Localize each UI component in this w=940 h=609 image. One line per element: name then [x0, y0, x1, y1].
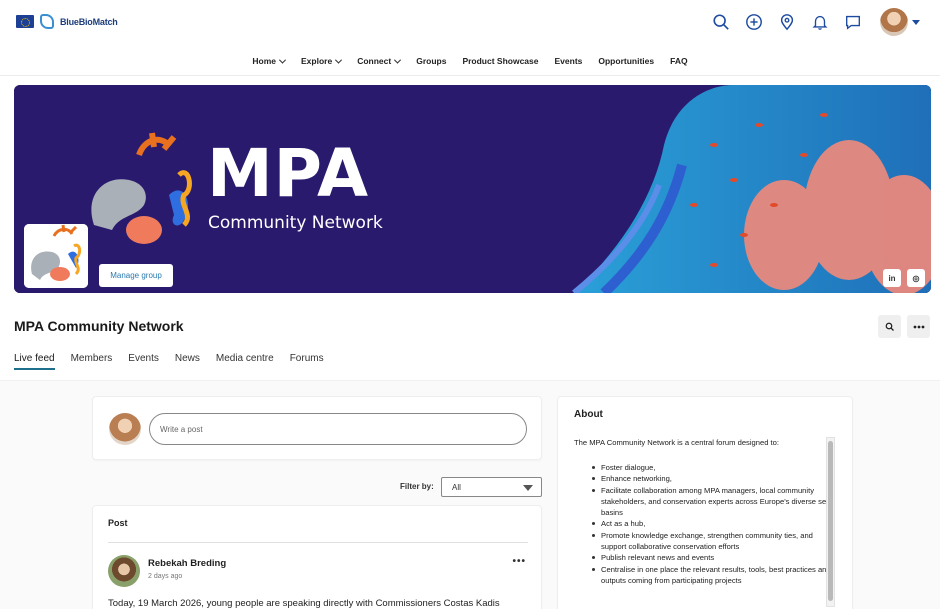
- about-list-item: Promote knowledge exchange, strengthen c…: [591, 530, 831, 553]
- group-tabs: Live feed Members Events News Media centre Fo…: [14, 353, 324, 370]
- search-icon: [885, 322, 894, 331]
- banner-subtitle: Community Network: [208, 213, 383, 233]
- nav-item-faq[interactable]: FAQ: [662, 52, 695, 70]
- manage-group-button[interactable]: Manage group: [99, 264, 173, 287]
- chevron-down-icon[interactable]: [912, 19, 920, 25]
- instagram-icon[interactable]: ◎: [907, 269, 925, 287]
- top-bar: BlueBioMatch: [0, 0, 940, 46]
- about-title: About: [574, 409, 603, 420]
- about-scrollbar[interactable]: [826, 437, 835, 607]
- nav-item-home[interactable]: Home: [244, 52, 293, 70]
- about-list-item: Enhance networking,: [591, 473, 831, 484]
- write-post-input[interactable]: Write a post: [149, 413, 527, 445]
- group-logo: [24, 224, 88, 288]
- post-time: 2 days ago: [148, 573, 183, 580]
- filter-value: All: [452, 482, 461, 492]
- tab-live-feed[interactable]: Live feed: [14, 353, 55, 370]
- about-card: About The MPA Community Network is a cen…: [557, 396, 853, 609]
- current-user-avatar: [109, 413, 141, 445]
- about-list-item: Foster dialogue,: [591, 462, 831, 473]
- post-more-icon[interactable]: •••: [512, 556, 526, 567]
- author-avatar[interactable]: [108, 555, 140, 587]
- about-list-item: Centralise in one place the relevant res…: [591, 564, 831, 587]
- tab-news[interactable]: News: [175, 353, 200, 370]
- tab-media-centre[interactable]: Media centre: [216, 353, 274, 370]
- nav-item-label: Opportunities: [598, 56, 655, 66]
- about-list-item: Publish relevant news and events: [591, 552, 831, 563]
- location-icon[interactable]: [777, 8, 797, 36]
- nav-item-connect[interactable]: Connect: [349, 52, 408, 70]
- more-icon: [913, 325, 924, 328]
- post-heading: Post: [108, 518, 128, 528]
- post-text: Today, 19 March 2026, young people are s…: [108, 598, 500, 609]
- tab-events[interactable]: Events: [128, 353, 159, 370]
- nav-item-label: Groups: [416, 56, 447, 66]
- group-banner: MPA Community Network Manage group in ◎: [14, 85, 931, 293]
- linkedin-icon[interactable]: in: [883, 269, 901, 287]
- bluebiomatch-mark-icon: [40, 14, 54, 29]
- nav-item-label: Home: [252, 56, 277, 66]
- filter-label: Filter by:: [400, 482, 434, 491]
- banner-title: MPA: [207, 135, 370, 212]
- chevron-down-icon: [394, 56, 402, 64]
- search-icon[interactable]: [711, 8, 731, 36]
- top-icons: [711, 8, 920, 36]
- group-search-button[interactable]: [878, 315, 901, 338]
- main-nav: Home Explore Connect Groups Product Showcase…: [0, 52, 940, 70]
- nav-item-explore[interactable]: Explore: [293, 52, 349, 70]
- scrollbar-thumb[interactable]: [828, 441, 833, 601]
- about-list: Foster dialogue, Enhance networking, Facil…: [591, 462, 831, 586]
- nav-item-opportunities[interactable]: Opportunities: [590, 52, 662, 70]
- banner-artwork: [14, 85, 931, 293]
- about-list-item: Facilitate collaboration among MPA manag…: [591, 485, 831, 519]
- post-composer: Write a post: [92, 396, 542, 460]
- more-options-button[interactable]: [907, 315, 930, 338]
- chevron-down-icon: [278, 56, 287, 64]
- about-list-item: Act as a hub,: [591, 518, 831, 529]
- nav-item-events[interactable]: Events: [547, 52, 591, 70]
- nav-item-groups[interactable]: Groups: [408, 52, 454, 70]
- bell-icon[interactable]: [810, 8, 830, 36]
- user-menu[interactable]: [880, 8, 920, 36]
- nav-item-label: Connect: [357, 56, 392, 66]
- nav-item-label: Explore: [301, 56, 333, 66]
- brand-name: BlueBioMatch: [60, 16, 118, 27]
- eu-flag-icon: [16, 15, 34, 28]
- nav-item-product-showcase[interactable]: Product Showcase: [454, 52, 546, 70]
- nav-item-label: Product Showcase: [462, 56, 539, 66]
- nav-item-label: FAQ: [670, 56, 688, 66]
- about-intro: The MPA Community Network is a central f…: [574, 438, 779, 447]
- bluebiomatch-logo[interactable]: BlueBioMatch: [16, 14, 118, 29]
- nav-item-label: Events: [554, 56, 583, 66]
- nav-divider: [0, 75, 940, 76]
- filter-select[interactable]: All: [441, 477, 542, 497]
- chat-icon[interactable]: [843, 8, 863, 36]
- chevron-down-icon: [335, 56, 343, 64]
- user-avatar[interactable]: [880, 8, 908, 36]
- post-card: Post Rebekah Breding 2 days ago ••• Toda…: [92, 505, 542, 609]
- group-title: MPA Community Network: [14, 318, 184, 334]
- author-name[interactable]: Rebekah Breding: [148, 558, 226, 569]
- tab-members[interactable]: Members: [71, 353, 113, 370]
- post-divider: [108, 542, 528, 543]
- dropdown-arrow-icon: [523, 485, 533, 491]
- add-icon[interactable]: [744, 8, 764, 36]
- tab-forums[interactable]: Forums: [290, 353, 324, 370]
